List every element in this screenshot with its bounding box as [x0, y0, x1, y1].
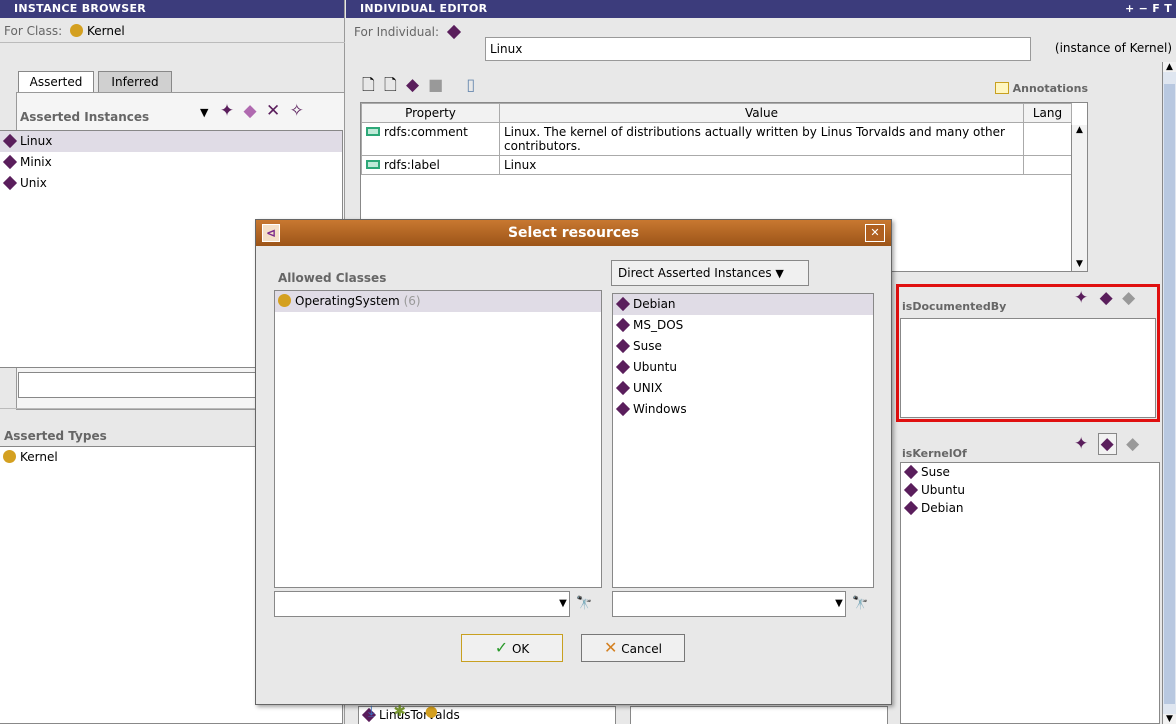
class-search-dropdown[interactable]: ▼ [556, 591, 570, 617]
class-icon [3, 450, 16, 463]
is-kernel-of-toolbar: ✦ ◆ ◆ [1074, 433, 1139, 455]
for-class-label: For Class: [4, 24, 63, 38]
asserted-instances-label: Asserted Instances [20, 110, 150, 124]
class-find-icon[interactable]: 🔭 [576, 591, 592, 617]
add-property-icon[interactable]: 🗋 [362, 75, 375, 94]
instance-diamond-icon [615, 380, 631, 396]
instance-diamond-icon [446, 24, 461, 40]
dialog-instances-list: Debian MS_DOS Suse Ubuntu UNIX Windows [612, 293, 874, 588]
asserted-types-label: Asserted Types [4, 429, 107, 443]
class-search-input[interactable] [274, 591, 570, 617]
is-documented-by-label: isDocumentedBy [902, 300, 1007, 313]
tab-inferred[interactable]: Inferred [98, 71, 172, 93]
duplicate-instance-icon[interactable]: ◆ [244, 101, 257, 121]
allowed-classes-label: Allowed Classes [278, 271, 387, 285]
list-item[interactable]: Windows [613, 399, 873, 420]
header-property: Property [361, 103, 500, 123]
table-scrollbar[interactable]: ▲ ▼ [1071, 125, 1087, 271]
is-documented-by-list [900, 318, 1156, 418]
individual-editor-title: INDIVIDUAL EDITOR + − F T [346, 0, 1176, 18]
list-item[interactable]: MS_DOS [613, 315, 873, 336]
dropdown-arrow-icon[interactable]: ▼ [200, 106, 208, 119]
instance-diamond-icon [903, 500, 919, 516]
create-instance-icon[interactable]: ✦ [1074, 288, 1088, 308]
list-item[interactable]: OperatingSystem (6) [275, 291, 601, 312]
tab-asserted[interactable]: Asserted [18, 71, 94, 93]
instance-diamond-icon [2, 154, 18, 170]
add-instance-icon[interactable]: ◆ [1097, 433, 1117, 455]
annotation-property-icon [366, 127, 380, 136]
for-individual-label: For Individual: [354, 25, 440, 39]
list-item[interactable]: Suse [613, 336, 873, 357]
list-item[interactable]: Ubuntu [901, 481, 1159, 499]
header-value: Value [499, 103, 1024, 123]
view-icon[interactable]: ▯ [466, 75, 475, 94]
instance-diamond-icon [615, 296, 631, 312]
dialog-title: Select resources [507, 225, 640, 241]
checkmark-icon: ✓ [494, 638, 509, 657]
remove-value-icon[interactable]: ■ [428, 75, 443, 94]
dialog-titlebar: ⊲ Select resources ✕ [256, 220, 891, 246]
annotation-property-icon [366, 160, 380, 169]
ok-button[interactable]: ✓ OK [461, 634, 563, 662]
instance-diamond-icon [2, 133, 18, 149]
is-documented-by-toolbar: ✦ ◆ ◆ [1074, 289, 1135, 307]
dialog-close-button[interactable]: ✕ [865, 224, 885, 242]
select-resources-dialog: ⊲ Select resources ✕ Allowed Classes Ope… [255, 219, 892, 705]
cancel-x-icon: ✕ [604, 638, 618, 657]
is-kernel-of-label: isKernelOf [902, 447, 967, 460]
instance-diamond-icon [615, 401, 631, 417]
property-toolbar: 🗋 🗋 ◆ ■ ▯ [362, 74, 475, 101]
editor-scrollbar[interactable]: ▲ ▼ [1162, 62, 1176, 724]
protege-logo-icon: ⊲ [262, 224, 280, 242]
instance-find-icon[interactable]: 🔭 [852, 591, 868, 617]
add-instance-icon[interactable]: ◆ [1100, 288, 1113, 308]
instance-search-dropdown[interactable]: ▼ [832, 591, 846, 617]
annotation-icon [994, 82, 1009, 94]
filter-dropdown[interactable]: Direct Asserted Instances ▼ [611, 260, 809, 286]
class-icon [70, 24, 84, 37]
instance-browser-title: INSTANCE BROWSER [0, 0, 344, 18]
for-individual-row: For Individual: [354, 20, 464, 44]
add-datatype-icon[interactable]: 🗋 [384, 75, 397, 94]
for-class-row: For Class: Kernel [4, 20, 125, 42]
list-item[interactable]: Debian [613, 294, 873, 315]
instance-diamond-icon [903, 482, 919, 498]
list-item[interactable]: Unix [0, 173, 342, 194]
instance-diamond-icon [615, 359, 631, 375]
cancel-button[interactable]: ✕ Cancel [581, 634, 685, 662]
instance-diamond-icon [615, 338, 631, 354]
instance-diamond-icon [2, 175, 18, 191]
for-class-name: Kernel [87, 24, 125, 38]
remove-instance-icon[interactable]: ◆ [1122, 288, 1135, 308]
header-lang: Lang [1023, 103, 1072, 123]
individual-name-field[interactable]: Linux [485, 37, 1031, 61]
list-item[interactable]: Debian [901, 499, 1159, 517]
add-value-icon[interactable]: ◆ [406, 75, 419, 95]
remove-instance-icon[interactable]: ◆ [1126, 434, 1139, 454]
list-item[interactable]: Suse [901, 463, 1159, 481]
table-row[interactable]: rdfs:comment Linux. The kernel of distri… [361, 122, 1072, 156]
table-row[interactable]: rdfs:label Linux [361, 155, 1072, 175]
instance-of-label: (instance of Kernel) [1054, 41, 1172, 55]
instance-diamond-icon [615, 317, 631, 333]
class-icon [278, 294, 291, 307]
annotations-button[interactable]: Annotations [994, 82, 1088, 95]
create-instance-icon[interactable]: ✦ [1074, 434, 1088, 454]
editor-title-controls[interactable]: + − F T [1125, 0, 1172, 18]
bottom-list-right [630, 706, 888, 724]
create-instance-icon[interactable]: ✦ [220, 101, 234, 121]
is-kernel-of-list: Suse Ubuntu Debian [900, 462, 1160, 724]
instance-diamond-icon [903, 464, 919, 480]
list-item[interactable]: Linux [0, 131, 342, 152]
list-item[interactable]: Ubuntu [613, 357, 873, 378]
instance-search-input[interactable] [612, 591, 846, 617]
instance-toolbar: ▼ ✦ ◆ ✕ ✧ [200, 102, 342, 122]
more-instance-icon[interactable]: ✧ [290, 101, 304, 121]
allowed-classes-list: OperatingSystem (6) [274, 290, 602, 588]
list-item[interactable]: UNIX [613, 378, 873, 399]
list-item[interactable]: Minix [0, 152, 342, 173]
delete-instance-icon[interactable]: ✕ [266, 101, 280, 121]
